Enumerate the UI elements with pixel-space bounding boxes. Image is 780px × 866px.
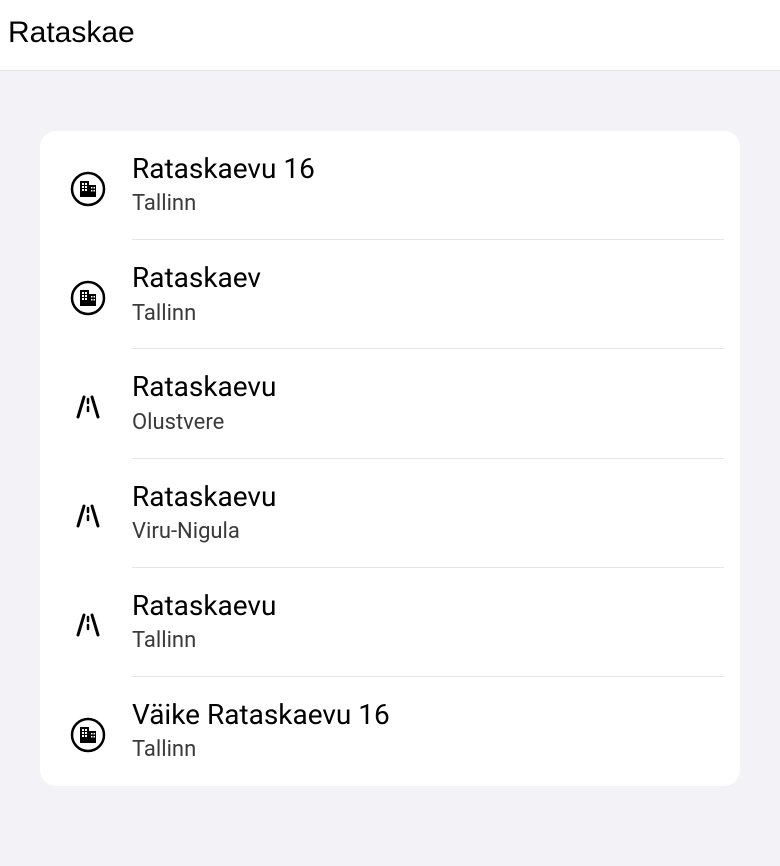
result-title: Rataskaevu: [132, 479, 276, 515]
result-subtitle: Tallinn: [132, 299, 261, 330]
search-result-item[interactable]: Rataskaevu Olustvere: [40, 349, 740, 458]
result-title: Rataskaevu 16: [132, 151, 315, 187]
road-icon: [70, 389, 106, 425]
search-result-item[interactable]: Rataskaevu Tallinn: [40, 568, 740, 677]
city-icon: [70, 171, 106, 207]
search-result-item[interactable]: Rataskaev Tallinn: [40, 240, 740, 349]
result-subtitle: Tallinn: [132, 189, 315, 220]
result-title: Väike Rataskaevu 16: [132, 697, 390, 733]
result-text: Rataskaev Tallinn: [132, 260, 261, 329]
result-text: Rataskaevu Tallinn: [132, 588, 276, 657]
search-result-item[interactable]: Väike Rataskaevu 16 Tallinn: [40, 677, 740, 786]
result-title: Rataskaev: [132, 260, 261, 296]
road-icon: [70, 607, 106, 643]
result-subtitle: Tallinn: [132, 626, 276, 657]
result-subtitle: Viru-Nigula: [132, 517, 276, 548]
result-text: Rataskaevu Olustvere: [132, 369, 276, 438]
result-title: Rataskaevu: [132, 369, 276, 405]
city-icon: [70, 280, 106, 316]
result-subtitle: Olustvere: [132, 408, 276, 439]
search-result-item[interactable]: Rataskaevu Viru-Nigula: [40, 459, 740, 568]
search-results-list: Rataskaevu 16 Tallinn Rataskaev Tallinn …: [40, 131, 740, 786]
result-subtitle: Tallinn: [132, 735, 390, 766]
search-result-item[interactable]: Rataskaevu 16 Tallinn: [40, 131, 740, 240]
result-title: Rataskaevu: [132, 588, 276, 624]
search-bar: [0, 0, 780, 71]
result-text: Väike Rataskaevu 16 Tallinn: [132, 697, 390, 766]
result-text: Rataskaevu 16 Tallinn: [132, 151, 315, 220]
city-icon: [70, 717, 106, 753]
result-text: Rataskaevu Viru-Nigula: [132, 479, 276, 548]
search-input[interactable]: [8, 16, 772, 50]
content-area: Rataskaevu 16 Tallinn Rataskaev Tallinn …: [0, 71, 780, 806]
road-icon: [70, 498, 106, 534]
